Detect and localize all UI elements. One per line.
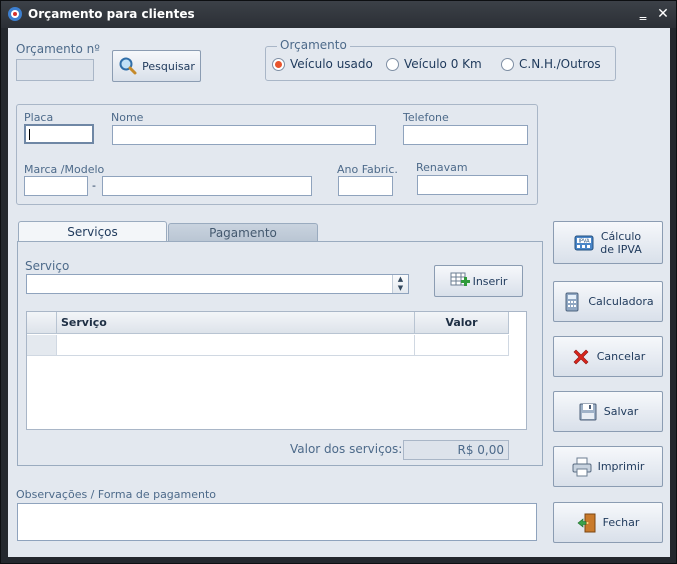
- nome-label: Nome: [111, 111, 144, 124]
- renavam-input[interactable]: [417, 175, 528, 195]
- marca-separator: -: [92, 179, 96, 192]
- search-button[interactable]: Pesquisar: [112, 50, 201, 82]
- minimize-button[interactable]: ‗: [634, 4, 652, 24]
- grid-row-indicator[interactable]: [27, 335, 57, 356]
- close-window-button[interactable]: ✕: [654, 4, 672, 24]
- form-client-area: Orçamento nº Pesquisar Orçamento Veículo…: [8, 28, 670, 557]
- marca-input[interactable]: [24, 176, 88, 196]
- save-label: Salvar: [603, 405, 639, 418]
- cancel-label: Cancelar: [596, 350, 646, 363]
- valor-servicos-label: Valor dos serviços:: [290, 442, 403, 456]
- print-label: Imprimir: [597, 460, 645, 473]
- modelo-input[interactable]: [102, 176, 312, 196]
- red-x-icon: [573, 349, 589, 364]
- ipva-line-2: de IPVA: [600, 242, 642, 256]
- cancel-button[interactable]: Cancelar: [553, 336, 663, 377]
- search-button-label: Pesquisar: [142, 59, 195, 73]
- calculo-ipva-label: Cálculo de IPVA: [600, 230, 641, 256]
- insert-button-label: Inserir: [472, 274, 508, 288]
- services-grid[interactable]: Serviço Valor: [26, 311, 527, 430]
- calculadora-label: Calculadora: [588, 295, 654, 308]
- grid-plus-icon: [450, 272, 470, 286]
- fechar-label: Fechar: [602, 516, 640, 529]
- servico-combo[interactable]: ▲ ▼: [26, 274, 409, 294]
- print-button[interactable]: Imprimir: [553, 446, 663, 487]
- ipva-line-1: Cálculo: [600, 229, 642, 243]
- ano-fabric-input[interactable]: [338, 176, 393, 196]
- orcamento-number-label: Orçamento nº: [16, 42, 100, 56]
- radio-label: Veículo usado: [290, 57, 373, 71]
- grid-cell-valor[interactable]: [415, 335, 509, 356]
- app-window: Orçamento para clientes ‗ ✕ Orçamento nº…: [0, 0, 677, 564]
- orcamento-type-title: Orçamento: [277, 38, 350, 52]
- calculo-ipva-button[interactable]: IPVA Cálculo de IPVA: [553, 221, 663, 264]
- placa-label: Placa: [24, 111, 54, 124]
- radio-circle: [386, 57, 399, 71]
- grid-header-valor[interactable]: Valor: [415, 312, 509, 334]
- radio-label: C.N.H./Outros: [519, 57, 601, 71]
- spinner-arrows-icon[interactable]: ▲ ▼: [392, 275, 408, 293]
- door-exit-icon: [577, 513, 596, 532]
- valor-servicos-field: R$ 0,00: [403, 440, 509, 460]
- placa-input[interactable]: [24, 124, 94, 144]
- orcamento-number-field[interactable]: [16, 59, 94, 81]
- grid-row-indicator-header: [27, 312, 57, 334]
- telefone-label: Telefone: [403, 111, 449, 124]
- window-title: Orçamento para clientes: [28, 7, 195, 21]
- fechar-button[interactable]: Fechar: [553, 502, 663, 543]
- text-cursor: [29, 129, 30, 140]
- servico-label: Serviço: [25, 259, 70, 273]
- grid-header-servico[interactable]: Serviço: [57, 312, 415, 334]
- tab-pagamento[interactable]: Pagamento: [168, 223, 318, 242]
- radio-circle: [272, 57, 285, 71]
- grid-cell-servico[interactable]: [57, 335, 415, 356]
- magnifier-icon: [119, 57, 137, 75]
- insert-button[interactable]: Inserir: [434, 265, 523, 297]
- radio-cnh-outros[interactable]: C.N.H./Outros: [501, 57, 601, 71]
- app-icon: [8, 7, 22, 21]
- radio-circle: [501, 57, 514, 71]
- radio-veiculo-usado[interactable]: Veículo usado: [272, 57, 373, 71]
- svg-text:IPVA: IPVA: [579, 238, 591, 244]
- radio-veiculo-0km[interactable]: Veículo 0 Km: [386, 57, 482, 71]
- marca-modelo-label: Marca /Modelo: [24, 163, 105, 176]
- save-button[interactable]: Salvar: [553, 391, 663, 432]
- telefone-input[interactable]: [403, 125, 528, 145]
- tab-servicos[interactable]: Serviços: [18, 221, 167, 242]
- radio-label: Veículo 0 Km: [404, 57, 482, 71]
- title-bar[interactable]: Orçamento para clientes ‗ ✕: [1, 1, 676, 28]
- observacoes-textarea[interactable]: [17, 503, 537, 541]
- calculadora-button[interactable]: Calculadora: [553, 281, 663, 322]
- renavam-label: Renavam: [416, 161, 468, 174]
- calculator-icon: [565, 292, 579, 311]
- ipva-icon: IPVA: [574, 235, 594, 250]
- printer-icon: [572, 457, 592, 476]
- ano-fabric-label: Ano Fabric.: [337, 163, 398, 176]
- floppy-icon: [579, 403, 597, 420]
- nome-input[interactable]: [112, 125, 376, 145]
- observacoes-label: Observações / Forma de pagamento: [16, 488, 217, 501]
